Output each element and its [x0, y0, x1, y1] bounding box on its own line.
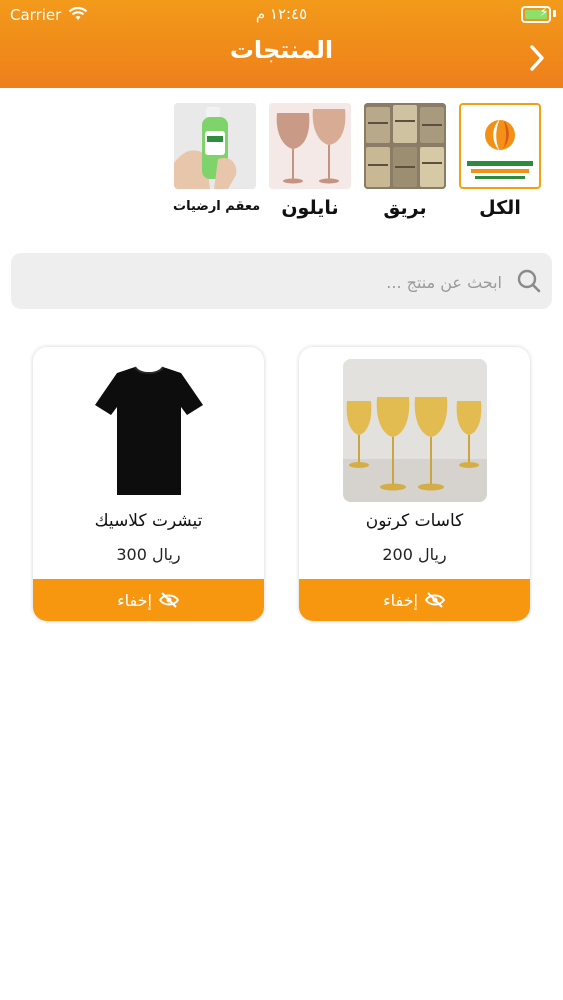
hide-product-button[interactable]: إخفاء [299, 579, 530, 621]
category-label: نايلون [281, 197, 339, 219]
product-card[interactable]: كاسات كرتون 200 ريال إخفاء [299, 347, 530, 621]
product-card[interactable]: تيشرت كلاسيك 300 ريال إخفاء [33, 347, 264, 621]
product-name: تيشرت كلاسيك [94, 511, 203, 531]
charging-bolt-icon: ⚡ [539, 5, 548, 19]
hide-label: إخفاء [117, 590, 152, 610]
product-image-glasses [343, 359, 487, 502]
category-label: معقم ارضيات [173, 199, 261, 214]
category-floor-sanitizer[interactable]: معقم ارضيات [173, 103, 261, 214]
battery-tip [553, 10, 556, 17]
product-price: 300 ريال [116, 545, 181, 564]
category-nylon[interactable]: نايلون [268, 103, 352, 219]
eye-off-icon [424, 592, 446, 608]
eye-off-icon [158, 592, 180, 608]
search-icon [517, 269, 541, 293]
category-image-nylon [269, 103, 351, 189]
search-input[interactable] [60, 267, 504, 297]
back-chevron-icon[interactable] [529, 44, 545, 72]
category-label: بريق [383, 197, 427, 219]
category-image-sanitizer [174, 103, 256, 189]
product-name: كاسات كرتون [365, 511, 464, 531]
product-image-tshirt [77, 359, 221, 502]
page-title: المنتجات [229, 36, 334, 64]
hide-label: إخفاء [383, 590, 418, 610]
company-logo [459, 103, 541, 189]
status-time: ١٢:٤٥ م [255, 5, 308, 23]
category-label: الكل [479, 197, 521, 219]
category-all[interactable]: الكل [458, 103, 542, 219]
product-price: 200 ريال [382, 545, 447, 564]
hide-product-button[interactable]: إخفاء [33, 579, 264, 621]
app-header: Carrier ١٢:٤٥ م ⚡ المنتجات [0, 0, 563, 88]
search-bar[interactable] [11, 253, 552, 309]
category-bareeq[interactable]: بريق [363, 103, 447, 219]
category-image-bareeq [364, 103, 446, 189]
